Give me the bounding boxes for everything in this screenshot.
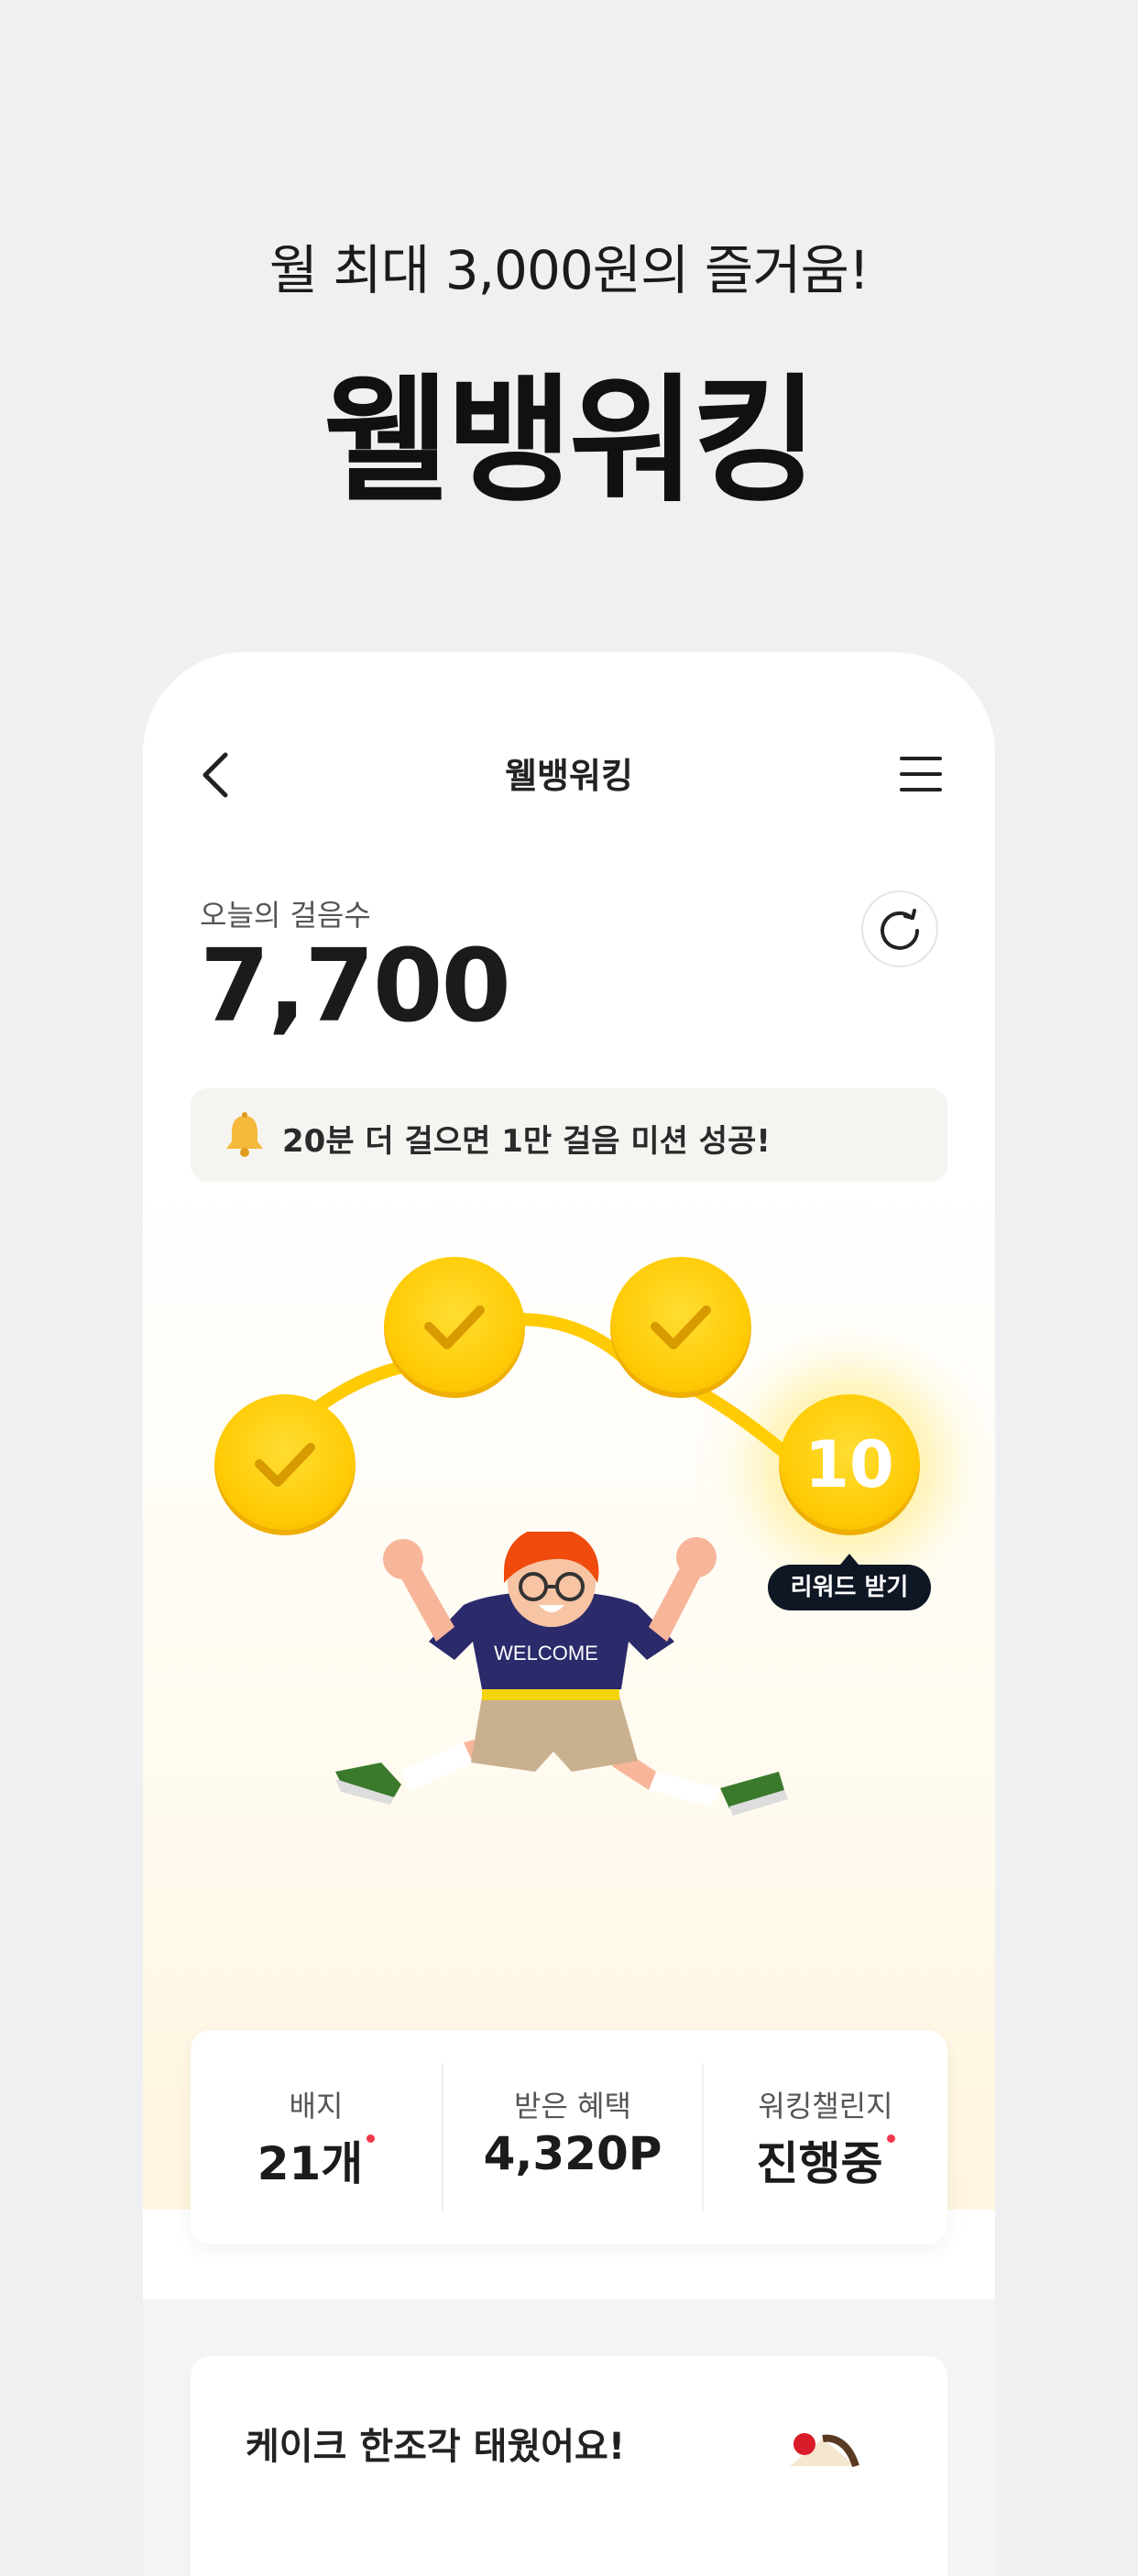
check-icon [255,1443,315,1487]
reward-amount: 10 [804,1427,894,1502]
refresh-button[interactable] [861,890,938,967]
stat-label: 받은 혜택 [514,2089,631,2123]
cake-icon [790,2433,859,2468]
promo-title: 웰뱅워킹 [323,362,818,521]
shirt-text: WELCOME [494,1642,598,1665]
stat-benefits[interactable]: 받은 혜택 4,320P [443,2030,702,2244]
steps-value: 7,700 [200,927,511,1044]
completed-coin [384,1257,525,1398]
promo-card[interactable]: 케이크 한조각 태웠어요! [191,2356,947,2576]
stat-value: 진행중 [704,2127,947,2193]
hamburger-menu-icon[interactable] [898,753,944,795]
new-dot [367,2134,376,2143]
notice-banner: 20분 더 걸으면 1만 걸음 미션 성공! [191,1088,947,1182]
notice-text: 20분 더 걸으면 1만 걸음 미션 성공! [282,1123,771,1160]
check-icon [424,1305,485,1349]
walking-character-illustration: WELCOME [335,1532,788,1816]
stat-value: 21개 [191,2127,442,2193]
stat-value: 4,320P [483,2127,662,2180]
bell-icon [226,1112,263,1157]
page-title: 웰뱅워킹 [505,756,633,796]
refresh-icon [881,909,919,950]
stat-label: 배지 [289,2089,344,2123]
stat-badges[interactable]: 배지 21개 [191,2030,442,2244]
check-icon [651,1305,711,1349]
phone-screen: 웰뱅워킹 오늘의 걸음수 7,700 20분 더 걸으면 1만 걸음 미션 성공… [143,652,995,2576]
new-dot [886,2134,895,2143]
stats-card: 배지 21개 받은 혜택 4,320P 워킹챌린지 진행중 [191,2030,947,2244]
reward-coin[interactable]: 10 [779,1394,920,1535]
promo-card-title: 케이크 한조각 태웠어요! [246,2426,626,2468]
stat-label: 워킹챌린지 [758,2089,893,2123]
completed-coin [214,1394,356,1535]
stat-challenge[interactable]: 워킹챌린지 진행중 [704,2030,947,2244]
promo-subtitle: 월 최대 3,000원의 즐거움! [268,239,870,301]
completed-coin [610,1257,751,1398]
